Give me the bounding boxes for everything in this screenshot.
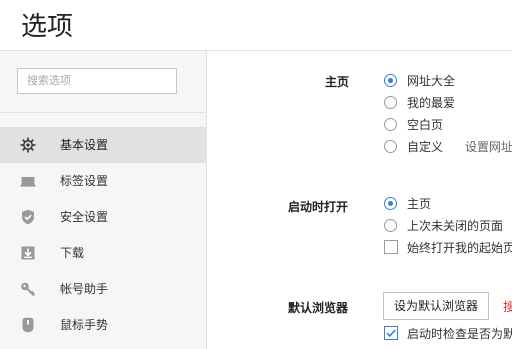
sidebar-item-account[interactable]: 帐号助手 — [0, 271, 206, 307]
radio-button[interactable] — [384, 96, 397, 109]
default-browser-section-label: 默认浏览器 — [288, 301, 349, 315]
homepage-section-label: 主页 — [325, 75, 350, 89]
option-label: 始终打开我的起始页 — [407, 241, 512, 255]
radio-button[interactable] — [384, 219, 397, 232]
sidebar-item-security[interactable]: 安全设置 — [0, 199, 206, 235]
download-icon — [21, 246, 35, 260]
option-label: 启动时检查是否为默 — [407, 327, 512, 341]
key-icon — [21, 282, 35, 297]
option-label: 上次未关闭的页面 — [407, 219, 504, 233]
sidebar-item-label: 基本设置 — [60, 138, 109, 152]
settings-panel: 主页 网址大全 我的最爱 空白页 自定义 设置网址 启动时打开 主页 上次未关闭… — [207, 51, 512, 349]
radio-button[interactable] — [384, 74, 397, 87]
mouse-gesture-icon — [22, 317, 34, 333]
sidebar-item-mouse-gesture[interactable]: 鼠标手势 — [0, 307, 206, 343]
option-label: 主页 — [407, 197, 432, 211]
set-url-link[interactable]: 设置网址 — [465, 139, 512, 155]
radio-button[interactable] — [384, 197, 397, 210]
window-header: 选项 — [0, 0, 512, 50]
checkbox[interactable] — [384, 240, 398, 254]
option-label: 网址大全 — [407, 74, 456, 88]
sidebar-item-tabs[interactable]: 标签设置 — [0, 163, 206, 199]
radio-button[interactable] — [384, 140, 397, 153]
checkbox-checked[interactable] — [384, 326, 398, 340]
option-label: 自定义 — [407, 140, 444, 154]
option-label: 空白页 — [407, 118, 444, 132]
search-input[interactable]: 搜索选项 — [17, 68, 177, 94]
page-title: 选项 — [21, 12, 74, 42]
shield-check-icon — [22, 209, 34, 225]
sidebar-item-download[interactable]: 下载 — [0, 235, 206, 271]
startup-section-label: 启动时打开 — [288, 200, 349, 214]
tab-icon — [20, 177, 36, 187]
radio-button[interactable] — [384, 118, 397, 131]
sidebar-item-label: 帐号助手 — [60, 282, 109, 296]
sidebar-divider — [0, 112, 206, 113]
sidebar-item-basic[interactable]: 基本设置 — [0, 127, 206, 163]
sidebar: 搜索选项 基本设置 标签设置 安全设置 下载 帐号助手 鼠标手势 — [0, 51, 207, 349]
sidebar-item-label: 下载 — [60, 246, 85, 260]
gear-icon — [20, 137, 36, 153]
option-label: 我的最爱 — [407, 96, 456, 110]
default-browser-status-text: 搜 — [503, 300, 512, 314]
sidebar-item-label: 鼠标手势 — [60, 318, 109, 332]
sidebar-item-label: 标签设置 — [60, 174, 109, 188]
sidebar-item-label: 安全设置 — [60, 210, 109, 224]
check-icon — [386, 329, 396, 338]
set-default-browser-button[interactable]: 设为默认浏览器 — [383, 292, 489, 320]
